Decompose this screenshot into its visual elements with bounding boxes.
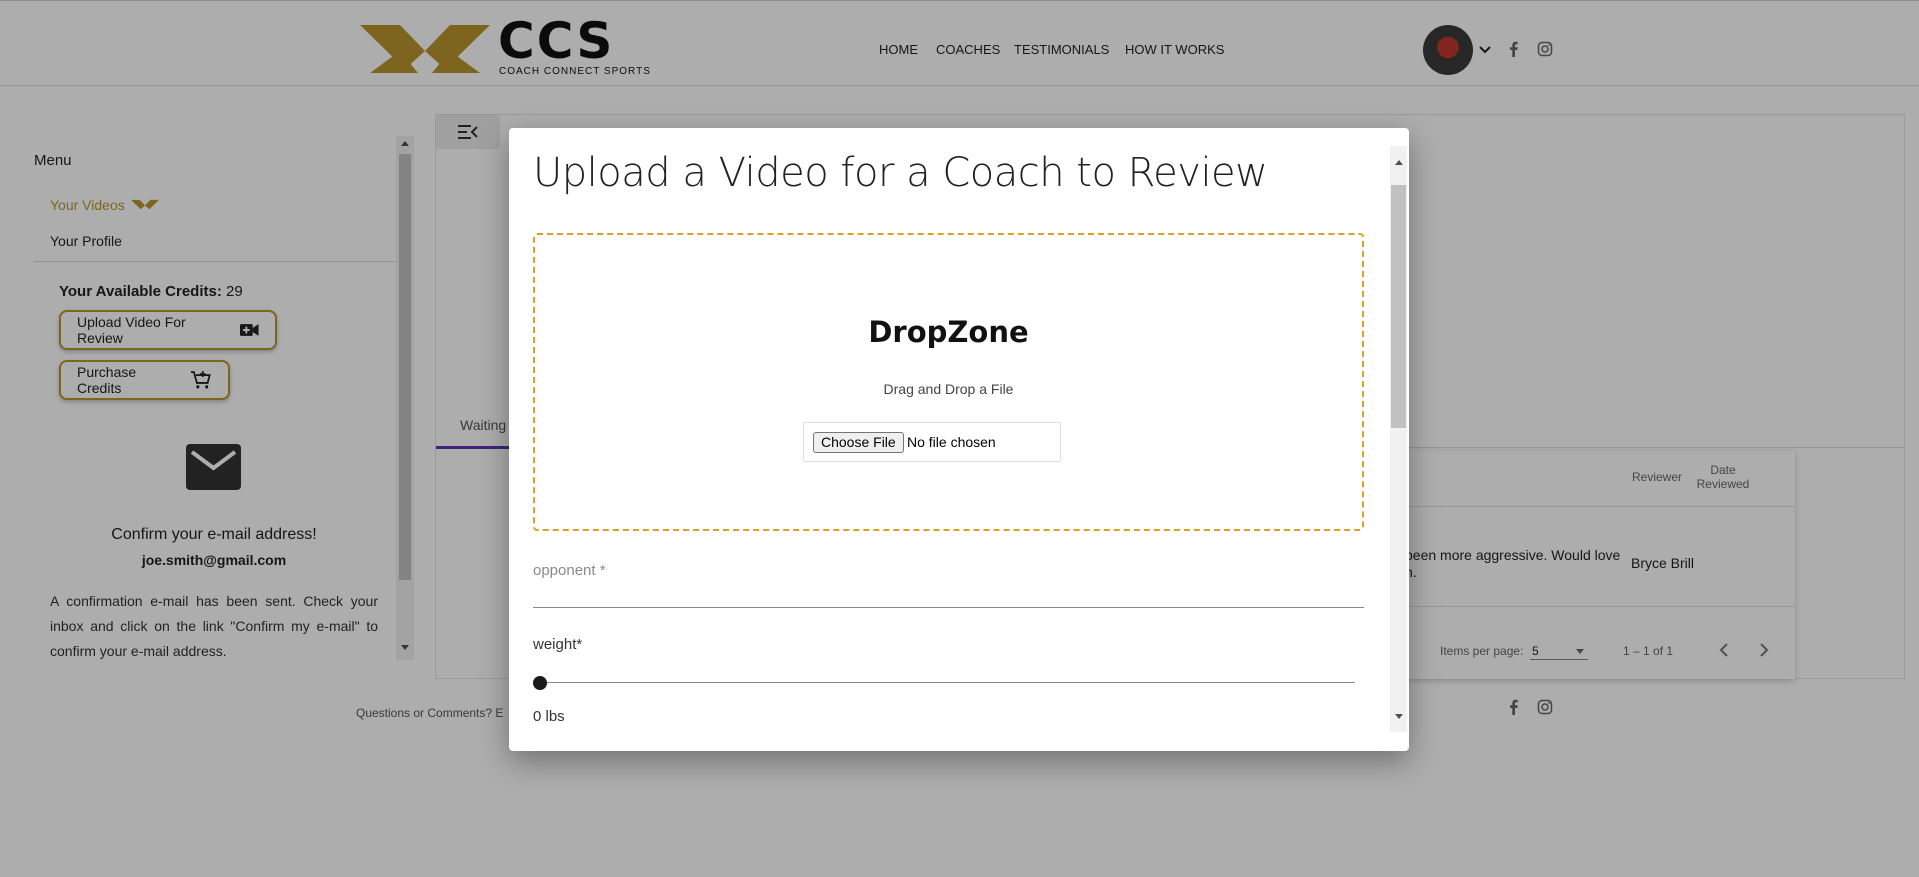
scroll-up-arrow-icon[interactable] bbox=[1395, 160, 1403, 165]
weight-value: 0 lbs bbox=[533, 708, 565, 725]
file-status-text: No file chosen bbox=[907, 434, 996, 450]
dropzone[interactable]: DropZone Drag and Drop a File Choose Fil… bbox=[533, 233, 1364, 531]
opponent-field[interactable] bbox=[533, 607, 1364, 608]
scroll-down-arrow-icon[interactable] bbox=[1395, 714, 1403, 719]
weight-slider-track[interactable] bbox=[542, 682, 1355, 683]
choose-file-button[interactable]: Choose File bbox=[813, 432, 904, 453]
opponent-field-label[interactable]: opponent * bbox=[533, 562, 606, 579]
weight-label: weight* bbox=[533, 636, 583, 653]
dialog-title: Upload a Video for a Coach to Review bbox=[533, 150, 1268, 196]
upload-video-dialog: Upload a Video for a Coach to Review Dro… bbox=[509, 128, 1409, 751]
file-input[interactable]: Choose File No file chosen bbox=[803, 422, 1061, 462]
dropzone-title: DropZone bbox=[868, 315, 1029, 349]
dropzone-subtitle: Drag and Drop a File bbox=[883, 381, 1014, 397]
weight-slider-thumb[interactable] bbox=[533, 676, 547, 690]
dialog-scrollbar-thumb[interactable] bbox=[1391, 185, 1406, 428]
